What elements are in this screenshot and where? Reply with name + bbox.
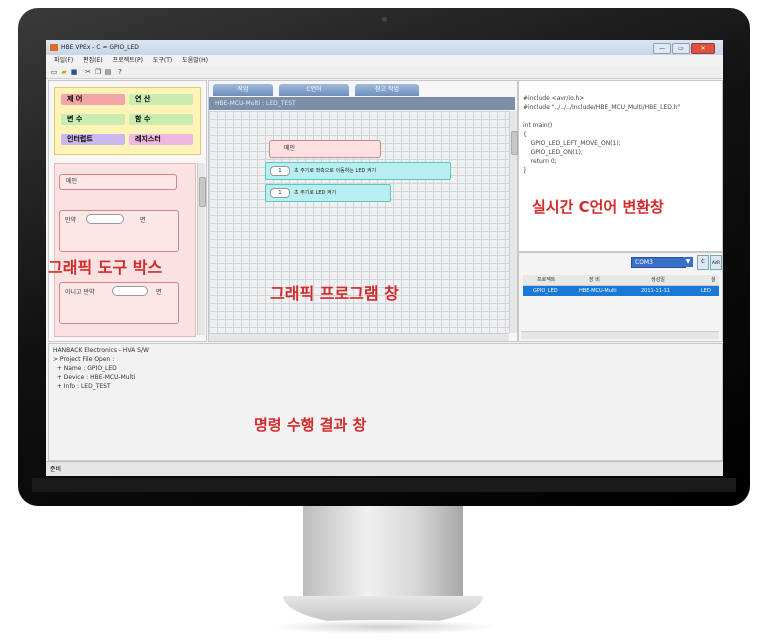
dropdown-chevron-icon[interactable]: ▼ <box>683 257 693 267</box>
code-line: #include <avr/io.h> <box>523 95 585 102</box>
toolbar: ▭ ▰ ■ ✂ ❐ ▤ ? <box>46 66 723 79</box>
code-line: return 0; <box>523 158 557 165</box>
camera-icon <box>382 17 387 22</box>
maximize-button[interactable]: ▭ <box>672 43 690 54</box>
category-operation[interactable]: 연 산 <box>129 94 193 105</box>
minimize-button[interactable]: — <box>653 43 671 54</box>
seconds-input[interactable]: 1 <box>270 187 290 198</box>
code-line: } <box>523 167 527 174</box>
tab-work[interactable]: 작업 <box>213 84 273 96</box>
output-line: + Info : LED_TEST <box>53 383 111 390</box>
column-header: 생성일 <box>651 277 665 283</box>
project-panel: COM3 ▼ C AVR 프로젝트 장 비 생성일 설 GPIO_LED HBE… <box>518 252 723 342</box>
output-line: + Name : GPIO_LED <box>53 365 117 372</box>
scroll-thumb[interactable] <box>511 131 518 155</box>
block-text: 초 주기로 좌측으로 이동하는 LED 켜기 <box>294 168 377 174</box>
output-line: > Project File Open : <box>53 356 115 363</box>
seconds-input[interactable]: 1 <box>270 165 290 176</box>
cell-desc: LED <box>701 288 711 294</box>
program-hscrollbar[interactable] <box>209 333 509 341</box>
code-line: #include "../../../Include/HBE_MCU_Multi… <box>523 104 681 111</box>
app-icon <box>50 44 58 51</box>
menu-bar: 파일(F) 편집(E) 프로젝트(P) 도구(T) 도움말(H) <box>46 55 723 66</box>
column-header: 설 <box>711 277 716 283</box>
caption-output: 명령 수행 결과 창 <box>254 416 367 434</box>
monitor-stand-neck <box>303 506 463 598</box>
new-file-icon[interactable]: ▭ <box>50 68 58 76</box>
tab-c-language[interactable]: C언어 <box>279 84 349 96</box>
project-hscrollbar[interactable] <box>521 331 719 339</box>
code-line: { <box>523 131 527 138</box>
block-suffix: 면 <box>156 289 162 296</box>
category-function[interactable]: 함 수 <box>129 114 193 125</box>
output-line: HANBACK Electronics - HVA S/W <box>53 347 149 354</box>
menu-project[interactable]: 프로젝트(P) <box>113 57 143 64</box>
category-control[interactable]: 제 어 <box>61 94 125 105</box>
column-header: 프로젝트 <box>537 277 556 283</box>
copy-icon[interactable]: ❐ <box>94 68 102 76</box>
canvas-block-led-left-move[interactable]: 1 초 주기로 좌측으로 이동하는 LED 켜기 <box>265 162 451 180</box>
caption-toolbox: 그래픽 도구 박스 <box>48 258 163 277</box>
paste-icon[interactable]: ▤ <box>104 68 112 76</box>
block-label: 메인 <box>66 178 78 185</box>
category-register[interactable]: 레지스터 <box>129 134 193 145</box>
code-line: int main() <box>523 122 553 129</box>
block-suffix: 면 <box>140 217 146 224</box>
caption-code: 실시간 C언어 변환창 <box>532 198 664 216</box>
block-text: 초 주기로 LED 켜기 <box>294 190 337 196</box>
cut-icon[interactable]: ✂ <box>84 68 92 76</box>
block-label: 아니고 만약 <box>65 289 95 296</box>
menu-tools[interactable]: 도구(T) <box>153 57 172 64</box>
tab-reference[interactable]: 참고 작업 <box>355 84 419 96</box>
project-path: HBE-MCU-Multi : LED_TEST <box>209 97 515 110</box>
block-palette: 메인 만약 면 아니고 만약 면 <box>54 163 196 337</box>
scroll-thumb[interactable] <box>199 177 206 207</box>
menu-edit[interactable]: 편집(E) <box>83 57 103 64</box>
close-button[interactable]: ✕ <box>691 43 715 54</box>
project-table-header: 프로젝트 장 비 생성일 설 <box>523 275 719 286</box>
monitor-chin <box>32 478 736 492</box>
category-interrupt[interactable]: 인터럽트 <box>61 134 125 145</box>
column-header: 장 비 <box>589 277 600 283</box>
output-panel: HANBACK Electronics - HVA S/W > Project … <box>48 343 723 461</box>
help-icon[interactable]: ? <box>116 68 124 76</box>
category-variable[interactable]: 변 수 <box>61 114 125 125</box>
toolbox-panel: 제 어 연 산 변 수 함 수 인터럽트 레지스터 메인 만약 면 아니고 만약… <box>48 80 207 342</box>
cell-device: HBE-MCU-Multi <box>579 288 617 294</box>
app-screen: HBE VPEx - C = GPIO_LED — ▭ ✕ 파일(F) 편집(E… <box>46 40 723 476</box>
block-label: 만약 <box>65 217 77 224</box>
cell-date: 2011-11-11 <box>641 288 671 294</box>
open-folder-icon[interactable]: ▰ <box>60 68 68 76</box>
stand-shadow <box>268 620 498 634</box>
title-bar: HBE VPEx - C = GPIO_LED — ▭ ✕ <box>46 40 723 55</box>
caption-program: 그래픽 프로그램 창 <box>270 284 399 303</box>
canvas-block-led-on[interactable]: 1 초 주기로 LED 켜기 <box>265 184 391 202</box>
status-text: 준비 <box>50 466 62 473</box>
avr-download-icon[interactable]: AVR <box>710 255 722 270</box>
palette-block-if[interactable]: 만약 면 <box>59 210 179 252</box>
canvas-block-main[interactable]: 메인 <box>269 140 381 158</box>
monitor-bezel: HBE VPEx - C = GPIO_LED — ▭ ✕ 파일(F) 편집(E… <box>18 8 750 506</box>
palette-block-else-if[interactable]: 아니고 만약 면 <box>59 282 179 324</box>
code-line: GPIO_LED_ON(1); <box>523 149 583 156</box>
condition-slot[interactable] <box>86 214 124 224</box>
cell-project: GPIO_LED <box>533 288 558 294</box>
table-row[interactable]: GPIO_LED HBE-MCU-Multi 2011-11-11 LED <box>523 286 719 296</box>
window-title: HBE VPEx - C = GPIO_LED <box>61 44 139 51</box>
code-line: GPIO_LED_LEFT_MOVE_ON(1); <box>523 140 621 147</box>
port-select[interactable]: COM3 <box>631 257 686 268</box>
c-code-panel: #include <avr/io.h> #include "../../../I… <box>518 80 723 252</box>
status-bar: 준비 <box>46 461 723 476</box>
category-panel: 제 어 연 산 변 수 함 수 인터럽트 레지스터 <box>54 87 201 155</box>
toolbox-scrollbar[interactable] <box>197 163 206 335</box>
condition-slot[interactable] <box>112 286 148 296</box>
palette-block-main[interactable]: 메인 <box>59 174 177 190</box>
output-line: + Device : HBE-MCU-Multi <box>53 374 136 381</box>
menu-help[interactable]: 도움말(H) <box>182 57 208 64</box>
save-icon[interactable]: ■ <box>70 68 78 76</box>
block-label: 메인 <box>284 145 296 152</box>
menu-file[interactable]: 파일(F) <box>54 57 73 64</box>
compile-icon[interactable]: C <box>697 255 709 270</box>
program-vscrollbar[interactable] <box>509 111 518 333</box>
